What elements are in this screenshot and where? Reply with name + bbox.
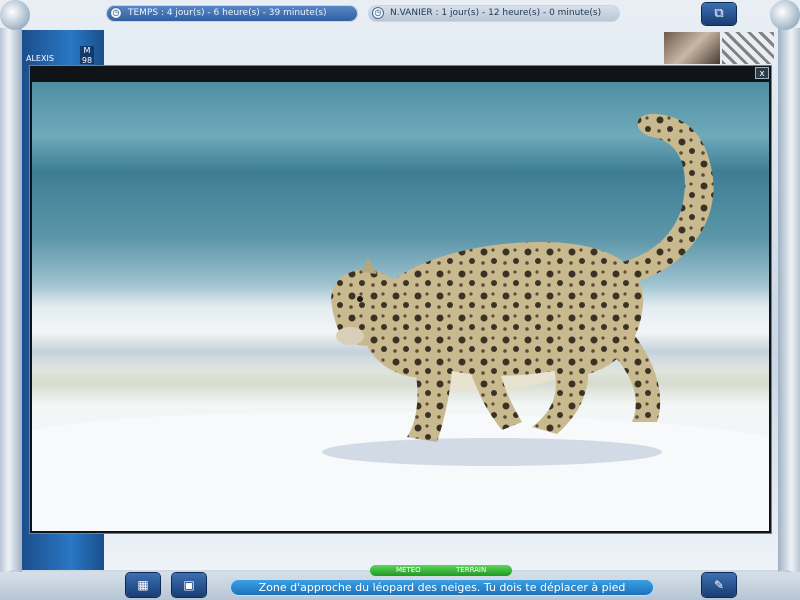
right-rail bbox=[778, 28, 800, 573]
level-letter: M bbox=[83, 46, 91, 55]
snow-leopard-photo bbox=[32, 82, 769, 531]
player-level-badge: M 98 bbox=[80, 46, 94, 65]
tab-terrain[interactable]: TERRAIN bbox=[456, 566, 486, 574]
level-value: 98 bbox=[81, 56, 93, 65]
save-icon: ▣ bbox=[183, 578, 195, 592]
photo-thumbnail[interactable] bbox=[664, 32, 720, 64]
snow-leopard-illustration bbox=[322, 113, 714, 466]
notebook-icon: ✎ bbox=[713, 578, 725, 592]
clock-icon: ◷ bbox=[110, 7, 122, 19]
opponent-time-bar: ◷ N.VANIER : 1 jour(s) - 12 heure(s) - 0… bbox=[368, 5, 620, 22]
corner-ornament bbox=[770, 0, 800, 30]
player-name: ALEXIS bbox=[26, 54, 54, 63]
time-label: TEMPS : 4 jour(s) - 6 heure(s) - 39 minu… bbox=[128, 8, 327, 18]
corner-ornament bbox=[0, 0, 30, 30]
map-thumbnail bbox=[722, 32, 774, 64]
save-button[interactable]: ▣ bbox=[172, 573, 206, 597]
time-remaining-bar: ◷ TEMPS : 4 jour(s) - 6 heure(s) - 39 mi… bbox=[106, 5, 358, 22]
clock-icon: ◷ bbox=[372, 7, 384, 19]
close-button[interactable]: x bbox=[755, 67, 769, 79]
status-message: Zone d'approche du léopard des neiges. T… bbox=[230, 579, 654, 596]
window-toggle-icon: ⧉ bbox=[714, 6, 724, 21]
left-rail bbox=[0, 28, 22, 573]
photo-popup: x bbox=[30, 66, 771, 533]
notebook-button[interactable]: ✎ bbox=[702, 573, 736, 597]
window-toggle-button[interactable]: ⧉ bbox=[702, 3, 736, 25]
info-tabs: METEO TERRAIN bbox=[370, 565, 512, 576]
opponent-time-label: N.VANIER : 1 jour(s) - 12 heure(s) - 0 m… bbox=[390, 8, 602, 18]
calendar-icon: ▦ bbox=[137, 578, 149, 592]
tab-meteo[interactable]: METEO bbox=[396, 566, 421, 574]
calendar-button[interactable]: ▦ bbox=[126, 573, 160, 597]
